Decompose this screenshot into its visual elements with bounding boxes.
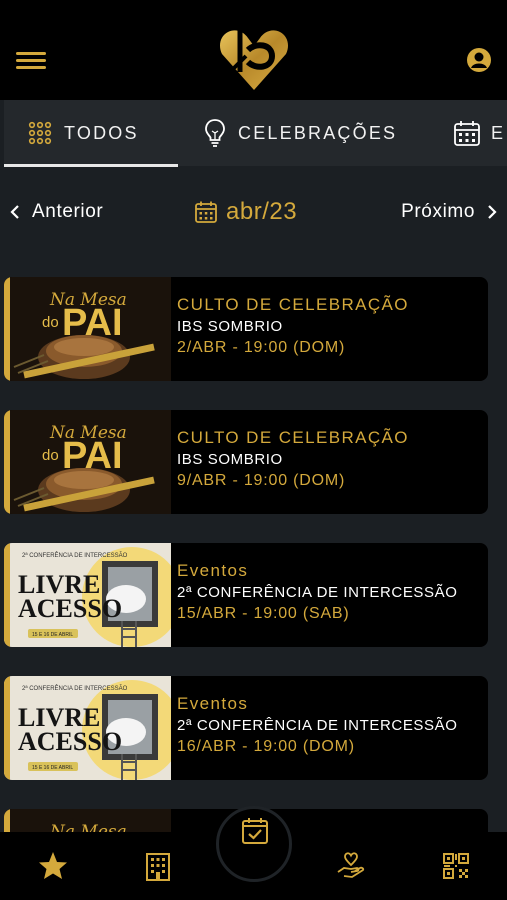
event-list: Na Mesa do PAI CULTO DE CELEBRAÇÃO IBS S… xyxy=(0,260,507,832)
month-navigator: Anterior abr/23 Próximo xyxy=(0,185,507,240)
category-tabs: TODOS CELEBRAÇÕES E xyxy=(0,100,507,170)
event-info: CULTO DE CELEBRAÇÃO IBS SOMBRIO 9/ABR - … xyxy=(177,427,477,492)
qr-code-icon[interactable] xyxy=(440,850,472,882)
hand-heart-icon[interactable] xyxy=(335,850,367,882)
event-category: Eventos xyxy=(177,694,249,713)
chevron-right-icon xyxy=(488,205,497,219)
selected-tab-indicator xyxy=(4,164,178,167)
chevron-left-icon xyxy=(10,205,19,219)
thumb-line2-text: ACESSO xyxy=(18,727,122,756)
event-category: Eventos xyxy=(177,561,249,580)
next-month-button[interactable]: Próximo xyxy=(401,197,497,227)
event-info: CULTO DE CELEBRAÇÃO IBS SOMBRIO 2/ABR - … xyxy=(177,294,477,359)
thumb-pai-text: PAI xyxy=(62,435,123,477)
thumb-line2-text: ACESSO xyxy=(18,594,122,623)
event-category: CULTO DE CELEBRAÇÃO xyxy=(177,295,409,314)
tab-label: E xyxy=(491,122,506,143)
event-category: CULTO DE CELEBRAÇÃO xyxy=(177,428,409,447)
month-label: abr/23 xyxy=(226,198,298,225)
calendar-icon xyxy=(454,121,480,146)
event-card[interactable]: Na Mesa do PAI CULTO DE CELEBRAÇÃO IBS S… xyxy=(4,277,488,381)
logo-icon xyxy=(220,27,288,90)
event-thumbnail-na-mesa-do-pai: Na Mesa do PAI xyxy=(4,410,171,514)
lightbulb-icon xyxy=(205,119,225,147)
event-thumbnail-livre-acesso: 2ª CONFERÊNCIA DE INTERCESSÃO LIVRE ACES… xyxy=(4,543,171,647)
event-place: IBS SOMBRIO xyxy=(177,451,283,468)
calendar-check-icon xyxy=(242,818,268,844)
thumb-small-text: 2ª CONFERÊNCIA DE INTERCESSÃO xyxy=(22,551,128,559)
user-profile-icon[interactable] xyxy=(466,47,492,73)
event-info: Eventos 2ª CONFERÊNCIA DE INTERCESSÃO 16… xyxy=(177,693,477,758)
event-datetime: 9/ABR - 19:00 (DOM) xyxy=(177,472,346,489)
tab-celebracoes[interactable]: CELEBRAÇÕES xyxy=(204,100,397,166)
menu-icon[interactable] xyxy=(16,50,46,72)
grid-dots-icon xyxy=(28,121,52,145)
tab-label: TODOS xyxy=(64,122,139,143)
thumb-pai-text: PAI xyxy=(62,302,123,344)
tab-label: CELEBRAÇÕES xyxy=(238,122,398,143)
thumb-script-text: Na Mesa xyxy=(49,822,127,832)
event-place: IBS SOMBRIO xyxy=(177,318,283,335)
thumb-do-text: do xyxy=(42,447,59,464)
tab-todos[interactable]: TODOS xyxy=(28,100,139,166)
next-label: Próximo xyxy=(401,201,475,222)
thumb-dates-text: 15 E 16 DE ABRIL xyxy=(32,765,73,771)
calendar-icon xyxy=(195,201,217,223)
building-icon[interactable] xyxy=(142,850,174,882)
thumb-dates-text: 15 E 16 DE ABRIL xyxy=(32,632,73,638)
event-thumbnail-na-mesa-do-pai: Na Mesa xyxy=(4,809,171,832)
event-datetime: 15/ABR - 19:00 (SAB) xyxy=(177,605,350,622)
event-thumbnail-livre-acesso: 2ª CONFERÊNCIA DE INTERCESSÃO LIVRE ACES… xyxy=(4,676,171,780)
event-place: 2ª CONFERÊNCIA DE INTERCESSÃO xyxy=(177,717,458,734)
event-datetime: 2/ABR - 19:00 (DOM) xyxy=(177,339,346,356)
tab-eventos[interactable]: E xyxy=(453,100,505,166)
event-card[interactable]: Na Mesa do PAI CULTO DE CELEBRAÇÃO IBS S… xyxy=(4,410,488,514)
current-month: abr/23 xyxy=(194,195,297,229)
app-header xyxy=(0,0,507,100)
previous-label: Anterior xyxy=(32,201,104,222)
event-place: 2ª CONFERÊNCIA DE INTERCESSÃO xyxy=(177,584,458,601)
event-card[interactable]: 2ª CONFERÊNCIA DE INTERCESSÃO LIVRE ACES… xyxy=(4,676,488,780)
thumb-small-text: 2ª CONFERÊNCIA DE INTERCESSÃO xyxy=(22,684,128,692)
thumb-do-text: do xyxy=(42,314,59,331)
event-thumbnail-na-mesa-do-pai: Na Mesa do PAI xyxy=(4,277,171,381)
agenda-nav-button[interactable] xyxy=(216,806,292,882)
star-icon[interactable] xyxy=(37,850,69,882)
previous-month-button[interactable]: Anterior xyxy=(10,197,103,227)
event-datetime: 16/ABR - 19:00 (DOM) xyxy=(177,738,355,755)
event-info: Eventos 2ª CONFERÊNCIA DE INTERCESSÃO 15… xyxy=(177,560,477,625)
event-card[interactable]: 2ª CONFERÊNCIA DE INTERCESSÃO LIVRE ACES… xyxy=(4,543,488,647)
